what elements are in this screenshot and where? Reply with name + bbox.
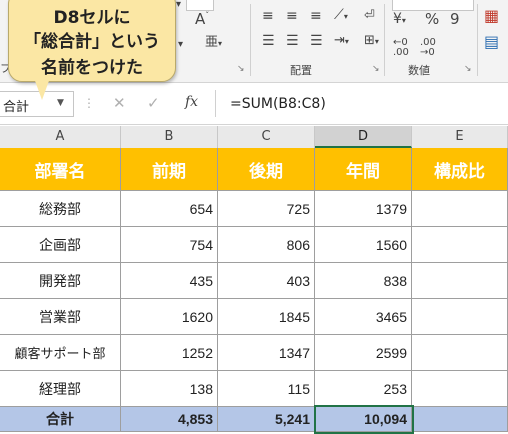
second-half-cell[interactable]: 806: [218, 227, 315, 263]
header-cell-year[interactable]: 年間: [315, 148, 412, 191]
formula-text: =SUM(B8:C8): [230, 96, 326, 112]
worksheet-grid: 部署名 前期 後期 年間 構成比 総務部 654 725 1379 企画部 75…: [0, 148, 508, 434]
ratio-cell[interactable]: [412, 371, 508, 407]
name-box-dropdown-icon[interactable]: ▼: [57, 98, 64, 108]
column-header-c[interactable]: C: [218, 126, 315, 148]
callout-line-1: D8セルに: [53, 8, 131, 28]
second-half-cell[interactable]: 115: [218, 371, 315, 407]
comma-style-icon[interactable]: 9: [450, 12, 460, 27]
dept-cell[interactable]: 企画部: [0, 227, 121, 263]
annual-cell[interactable]: 838: [315, 263, 412, 299]
callout-line-2: 「総合計」という: [24, 32, 160, 52]
annual-cell[interactable]: 253: [315, 371, 412, 407]
ratio-cell[interactable]: [412, 335, 508, 371]
total-row: 合計 4,853 5,241 10,094: [0, 407, 508, 432]
alignment-group-launcher-icon[interactable]: ↘: [372, 64, 380, 74]
number-group-label: 数値: [408, 64, 430, 77]
ratio-cell[interactable]: [412, 227, 508, 263]
first-half-cell[interactable]: 654: [121, 191, 218, 227]
number-group-launcher-icon[interactable]: ↘: [464, 64, 472, 74]
table-header-row: 部署名 前期 後期 年間 構成比: [0, 148, 508, 191]
second-half-cell[interactable]: 1845: [218, 299, 315, 335]
dept-cell[interactable]: 経理部: [0, 371, 121, 407]
dept-cell[interactable]: 総務部: [0, 191, 121, 227]
phonetic-guide-icon[interactable]: 亜▾: [205, 36, 222, 49]
percent-style-icon[interactable]: %: [425, 12, 439, 27]
font-group-launcher-icon[interactable]: ↘: [237, 64, 245, 74]
formula-input[interactable]: =SUM(B8:C8): [215, 90, 508, 117]
dept-cell[interactable]: 営業部: [0, 299, 121, 335]
total-first-half-cell[interactable]: 4,853: [121, 407, 218, 432]
align-center-icon[interactable]: ☰: [286, 34, 299, 48]
callout-bubble: D8セルに 「総合計」という 名前をつけた: [8, 0, 176, 82]
total-second-half-cell[interactable]: 5,241: [218, 407, 315, 432]
merge-center-icon[interactable]: ⊞▾: [364, 34, 379, 47]
dept-cell[interactable]: 開発部: [0, 263, 121, 299]
decrease-font-icon[interactable]: Aˇ: [195, 12, 209, 27]
align-middle-icon[interactable]: ≡: [286, 9, 298, 23]
annual-cell[interactable]: 1379: [315, 191, 412, 227]
total-ratio-cell[interactable]: [412, 407, 508, 432]
table-row: 企画部 754 806 1560: [0, 227, 508, 263]
callout-tail: [34, 78, 50, 100]
align-right-icon[interactable]: ☰: [310, 34, 323, 48]
column-header-e[interactable]: E: [412, 126, 508, 148]
header-cell-first[interactable]: 前期: [121, 148, 218, 191]
header-cell-dept[interactable]: 部署名: [0, 148, 121, 191]
total-annual-cell[interactable]: 10,094: [315, 407, 412, 432]
annual-cell[interactable]: 1560: [315, 227, 412, 263]
column-header-d[interactable]: D: [315, 126, 412, 148]
second-half-cell[interactable]: 725: [218, 191, 315, 227]
formula-bar-grip-icon: ⋮: [83, 96, 95, 110]
decrease-decimal-icon[interactable]: .00 →0: [420, 38, 436, 58]
table-row: 開発部 435 403 838: [0, 263, 508, 299]
font-color-dropdown-icon[interactable]: ▾: [178, 40, 183, 50]
ratio-cell[interactable]: [412, 299, 508, 335]
font-size-dropdown-icon[interactable]: ▾: [176, 0, 181, 10]
align-bottom-icon[interactable]: ≡: [310, 9, 322, 23]
alignment-group-label: 配置: [290, 64, 312, 77]
ribbon-separator: [250, 4, 251, 76]
column-header-a[interactable]: A: [0, 126, 121, 148]
header-cell-second[interactable]: 後期: [218, 148, 315, 191]
enter-icon[interactable]: ✓: [147, 94, 160, 112]
first-half-cell[interactable]: 1252: [121, 335, 218, 371]
column-header-b[interactable]: B: [121, 126, 218, 148]
orientation-icon[interactable]: ⟋▾: [334, 8, 348, 22]
ribbon-separator: [384, 4, 385, 76]
dept-cell[interactable]: 顧客サポート部: [0, 335, 121, 371]
column-headers: A B C D E: [0, 126, 508, 149]
wrap-text-icon[interactable]: ⏎: [364, 9, 375, 22]
ribbon-separator: [477, 4, 478, 76]
table-row: 経理部 138 115 253: [0, 371, 508, 407]
table-row: 営業部 1620 1845 3465: [0, 299, 508, 335]
align-top-icon[interactable]: ≡: [262, 9, 274, 23]
first-half-cell[interactable]: 138: [121, 371, 218, 407]
header-cell-ratio[interactable]: 構成比: [412, 148, 508, 191]
first-half-cell[interactable]: 754: [121, 227, 218, 263]
table-row: 顧客サポート部 1252 1347 2599: [0, 335, 508, 371]
second-half-cell[interactable]: 1347: [218, 335, 315, 371]
align-left-icon[interactable]: ☰: [262, 34, 275, 48]
table-row: 総務部 654 725 1379: [0, 191, 508, 227]
indent-icon[interactable]: ⇥▾: [334, 34, 349, 47]
total-label-cell[interactable]: 合計: [0, 407, 121, 432]
annual-cell[interactable]: 3465: [315, 299, 412, 335]
first-half-cell[interactable]: 435: [121, 263, 218, 299]
name-box-value: 合計: [3, 100, 30, 115]
annual-cell[interactable]: 2599: [315, 335, 412, 371]
currency-format-icon[interactable]: ¥▾: [393, 12, 406, 26]
cancel-icon[interactable]: ✕: [113, 94, 126, 112]
ratio-cell[interactable]: [412, 191, 508, 227]
ratio-cell[interactable]: [412, 263, 508, 299]
format-table-icon[interactable]: ▤: [484, 34, 499, 50]
first-half-cell[interactable]: 1620: [121, 299, 218, 335]
second-half-cell[interactable]: 403: [218, 263, 315, 299]
formula-bar: 合計 ▼ ⋮ ✕ ✓ fx =SUM(B8:C8): [0, 83, 508, 125]
increase-decimal-icon[interactable]: ←0.00: [393, 38, 409, 58]
insert-function-button[interactable]: fx: [185, 94, 198, 110]
callout-line-3: 名前をつけた: [41, 58, 143, 78]
conditional-format-icon[interactable]: ▦: [484, 8, 499, 24]
